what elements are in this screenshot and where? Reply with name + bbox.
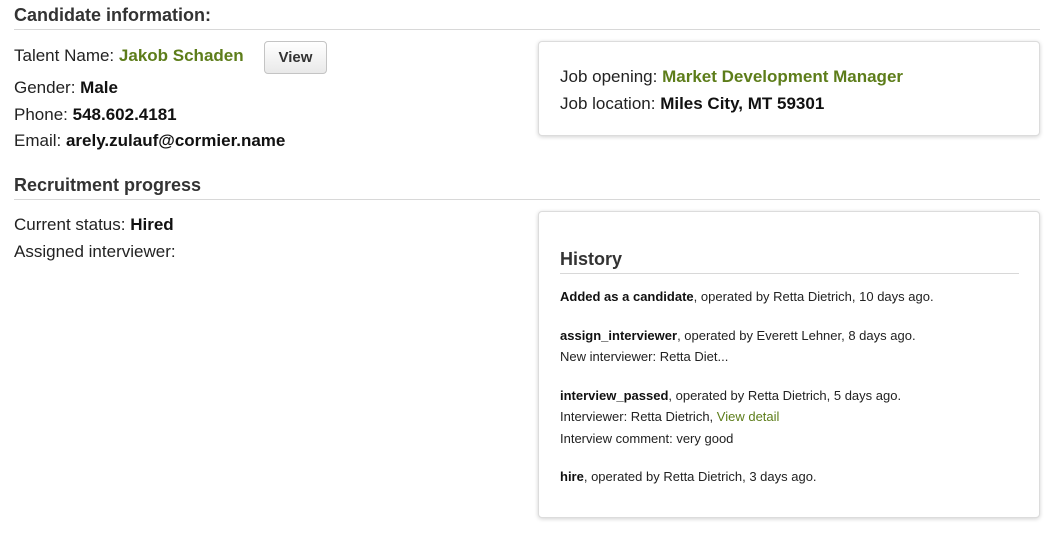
status-label: Current status: bbox=[14, 215, 126, 234]
interview-comment: Interview comment: very good bbox=[560, 431, 734, 446]
history-detail: New interviewer: Retta Diet... bbox=[560, 349, 729, 364]
job-opening-link[interactable]: Market Development Manager bbox=[662, 67, 903, 86]
candidate-section-divider bbox=[14, 29, 1040, 30]
gender-row: Gender: Male bbox=[14, 78, 118, 98]
interviewer-detail-text: Interviewer: Retta Dietrich, bbox=[560, 409, 717, 424]
history-divider bbox=[560, 273, 1019, 274]
history-entry: assign_interviewer, operated by Everett … bbox=[560, 328, 916, 343]
interviewer-row: Assigned interviewer: bbox=[14, 242, 176, 262]
history-title: History bbox=[560, 249, 623, 269]
history-meta: , operated by Retta Dietrich, 3 days ago… bbox=[583, 469, 817, 484]
view-detail-link[interactable]: View detail bbox=[717, 409, 780, 424]
history-entry: Added as a candidate, operated by Retta … bbox=[560, 289, 934, 304]
talent-name-label: Talent Name: bbox=[14, 46, 115, 65]
email-label: Email: bbox=[14, 131, 62, 150]
phone-label: Phone: bbox=[14, 105, 68, 124]
history-meta: , operated by Retta Dietrich, 10 days ag… bbox=[693, 289, 934, 304]
history-entry: interview_passed, operated by Retta Diet… bbox=[560, 388, 901, 403]
gender-label: Gender: bbox=[14, 78, 76, 97]
job-opening-row: Job opening: Market Development Manager bbox=[560, 67, 903, 87]
history-card: History Added as a candidate, operated b… bbox=[538, 211, 1040, 518]
job-opening-label: Job opening: bbox=[560, 67, 658, 86]
history-action: assign_interviewer bbox=[560, 328, 678, 343]
email-value: arely.zulauf@cormier.name bbox=[65, 131, 286, 150]
history-action: hire bbox=[560, 469, 584, 484]
job-location-value: Miles City, MT 59301 bbox=[660, 94, 825, 113]
phone-row: Phone: 548.602.4181 bbox=[14, 105, 177, 125]
interviewer-label: Assigned interviewer: bbox=[14, 242, 176, 261]
job-location-label: Job location: bbox=[560, 94, 656, 113]
history-meta: , operated by Retta Dietrich, 5 days ago… bbox=[668, 388, 902, 403]
status-row: Current status: Hired bbox=[14, 215, 174, 235]
history-action: Added as a candidate bbox=[560, 289, 694, 304]
progress-section-divider bbox=[14, 199, 1040, 200]
history-detail: Interviewer: Retta Dietrich, View detail bbox=[560, 409, 779, 424]
job-location-row: Job location: Miles City, MT 59301 bbox=[560, 94, 824, 114]
email-row: Email: arely.zulauf@cormier.name bbox=[14, 131, 285, 151]
progress-section-title: Recruitment progress bbox=[14, 175, 202, 195]
job-card: Job opening: Market Development Manager … bbox=[538, 41, 1040, 136]
gender-value: Male bbox=[80, 78, 118, 97]
history-action: interview_passed bbox=[560, 388, 669, 403]
talent-name-value: Jakob Schaden bbox=[118, 46, 244, 65]
history-entry: hire, operated by Retta Dietrich, 3 days… bbox=[560, 469, 817, 484]
history-meta: , operated by Everett Lehner, 8 days ago… bbox=[677, 328, 916, 343]
candidate-section-title: Candidate information: bbox=[14, 5, 211, 25]
phone-value: 548.602.4181 bbox=[72, 105, 177, 124]
view-talent-button[interactable]: View bbox=[264, 41, 327, 74]
status-value: Hired bbox=[130, 215, 174, 234]
talent-name-row: Talent Name: Jakob Schaden bbox=[14, 46, 244, 66]
